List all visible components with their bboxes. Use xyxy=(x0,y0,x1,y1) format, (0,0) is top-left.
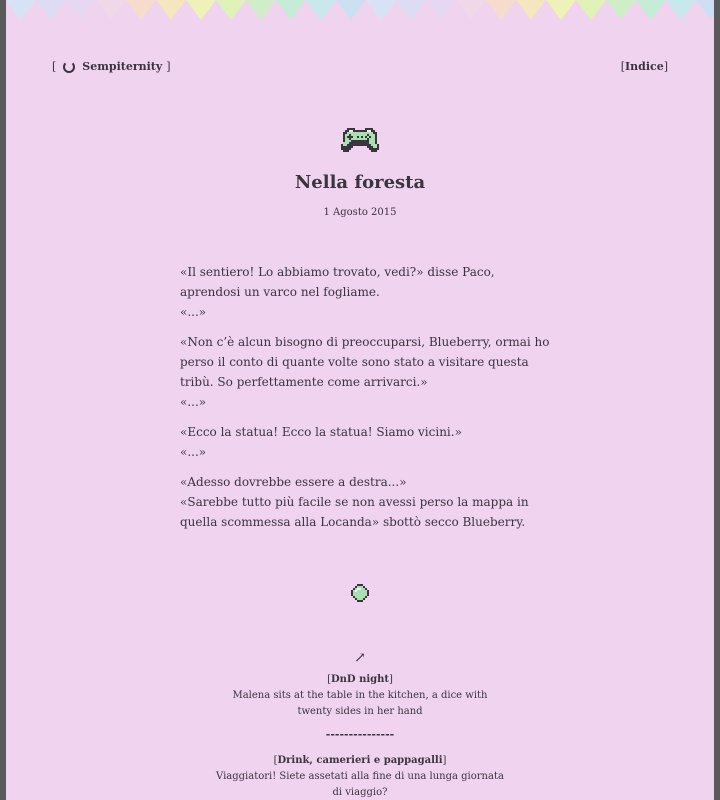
bunting-decoration xyxy=(6,0,714,22)
gamepad-icon xyxy=(341,128,379,152)
bunting-flag xyxy=(696,0,714,20)
post-body: «Il sentiero! Lo abbiamo trovato, vedi?»… xyxy=(180,262,550,542)
bunting-flag xyxy=(456,0,486,20)
bunting-flag xyxy=(546,0,576,20)
arrow-up-right-icon: ↗ xyxy=(354,650,366,666)
story-paragraph: «Ecco la statua! Ecco la statua! Siamo v… xyxy=(180,422,550,462)
story-line: «Sarebbe tutto più facile se non avessi … xyxy=(180,495,529,529)
index-link[interactable]: [Indice] xyxy=(621,60,668,73)
bunting-flag xyxy=(486,0,516,20)
page: [ Sempiternity ] [Indice] Nella foresta … xyxy=(6,0,714,800)
bunting-flag xyxy=(66,0,96,20)
brand-link[interactable]: [ Sempiternity ] xyxy=(52,60,171,73)
related-separator: --------------- xyxy=(325,728,395,741)
index-label: Indice xyxy=(624,60,664,73)
bunting-flag xyxy=(216,0,246,20)
post-title: Nella foresta xyxy=(294,172,426,193)
bunting-flag xyxy=(396,0,426,20)
top-nav: [ Sempiternity ] [Indice] xyxy=(52,60,668,76)
bunting-flag xyxy=(516,0,546,20)
bunting-flag xyxy=(96,0,126,20)
bunting-flag xyxy=(576,0,606,20)
bunting-flag xyxy=(6,0,36,20)
story-line: «...» xyxy=(180,445,207,459)
bunting-flag xyxy=(636,0,666,20)
bunting-flag xyxy=(666,0,696,20)
related-post-title[interactable]: Drink, camerieri e pappagalli xyxy=(277,755,442,766)
brand-name: Sempiternity xyxy=(82,60,163,73)
orb-icon xyxy=(351,584,369,602)
brand-bracket-open: [ xyxy=(52,60,57,73)
bunting-flag xyxy=(306,0,336,20)
story-line: «...» xyxy=(180,395,207,409)
related-post-title[interactable]: DnD night xyxy=(331,674,389,685)
story-line: «Ecco la statua! Ecco la statua! Siamo v… xyxy=(180,425,462,439)
story-line: «...» xyxy=(180,305,207,319)
related-post-description: Malena sits at the table in the kitchen,… xyxy=(232,690,488,717)
bunting-flag xyxy=(426,0,456,20)
related-post[interactable]: [Drink, camerieri e pappagalli] Viaggiat… xyxy=(6,753,714,800)
bunting-flag xyxy=(36,0,66,20)
story-line: «Il sentiero! Lo abbiamo trovato, vedi?»… xyxy=(180,265,495,299)
related-post-description: Viaggiatori! Siete assetati alla fine di… xyxy=(216,771,504,798)
brand-bracket-close: ] xyxy=(166,60,171,73)
bunting-flag xyxy=(126,0,156,20)
bunting-flag xyxy=(336,0,366,20)
story-line: «Non c’è alcun bisogno di preoccuparsi, … xyxy=(180,335,550,389)
bunting-flag xyxy=(366,0,396,20)
related-post[interactable]: [DnD night] Malena sits at the table in … xyxy=(6,672,714,720)
spinner-icon xyxy=(63,60,76,73)
story-paragraph: «Il sentiero! Lo abbiamo trovato, vedi?»… xyxy=(180,262,550,322)
bunting-flag xyxy=(276,0,306,20)
post-date: 1 Agosto 2015 xyxy=(323,207,397,218)
bunting-flag xyxy=(186,0,216,20)
story-paragraph: «Non c’è alcun bisogno di preoccuparsi, … xyxy=(180,332,550,412)
story-line: «Adesso dovrebbe essere a destra...» xyxy=(180,475,407,489)
bunting-flag xyxy=(156,0,186,20)
bunting-flag xyxy=(606,0,636,20)
bunting-flag xyxy=(246,0,276,20)
story-paragraph: «Adesso dovrebbe essere a destra...» «Sa… xyxy=(180,472,550,532)
